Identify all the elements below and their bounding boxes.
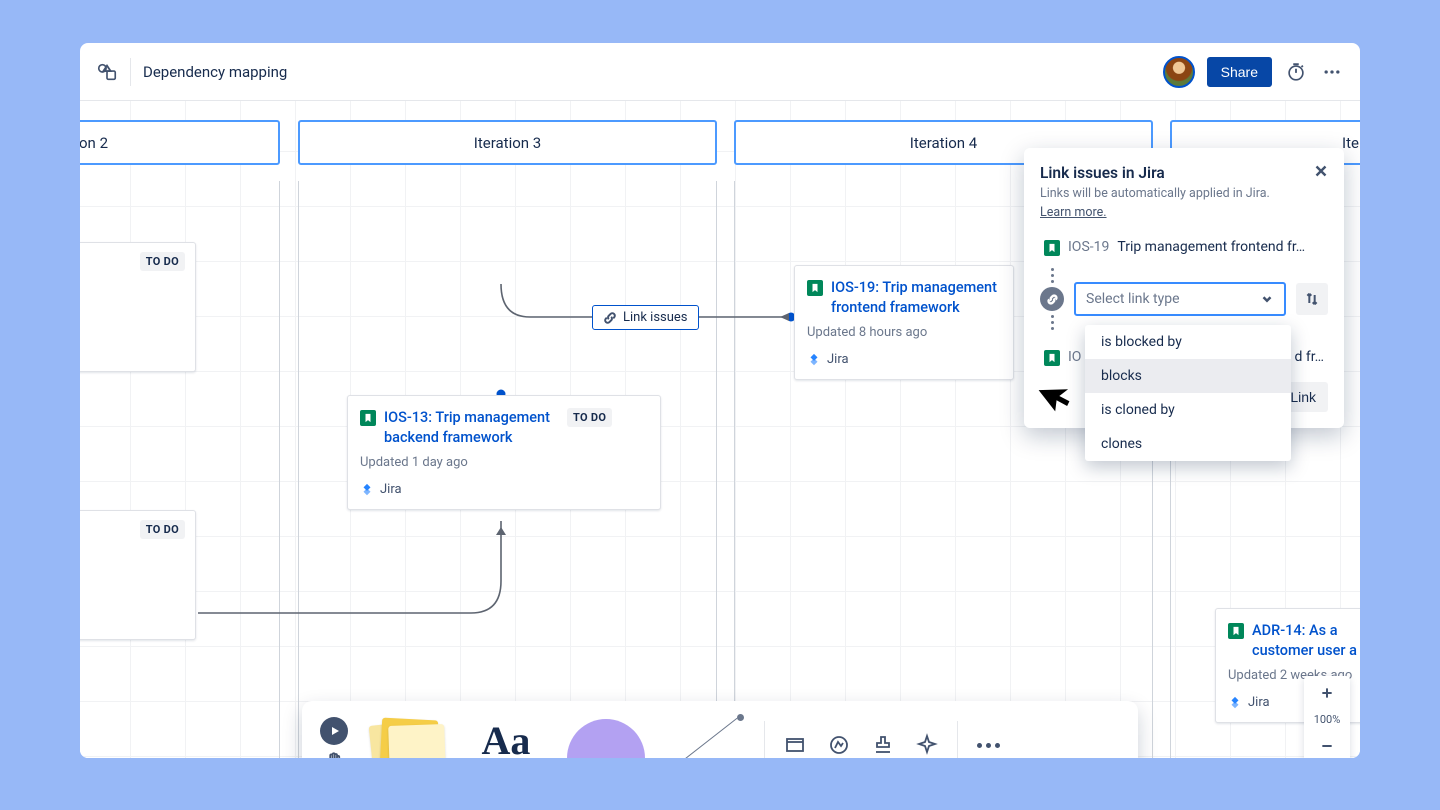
close-icon[interactable] bbox=[1312, 162, 1330, 184]
issue-summary: Trip management frontend fr… bbox=[1117, 239, 1305, 255]
chevron-down-icon bbox=[1260, 292, 1274, 306]
jira-icon bbox=[807, 353, 821, 367]
dropdown-option[interactable]: is blocked by bbox=[1085, 325, 1291, 359]
status-badge: TO DO bbox=[567, 408, 612, 427]
link-type-dropdown: is blocked by blocks is cloned by clones bbox=[1085, 325, 1291, 461]
smart-tool-icon[interactable] bbox=[819, 725, 859, 758]
card-title: ADR-14: As a customer user a bbox=[1252, 621, 1360, 660]
status-badge: TO DO bbox=[140, 252, 185, 271]
divider bbox=[764, 721, 765, 758]
issue-card-ios13[interactable]: IOS-13: Trip management backend framewor… bbox=[347, 395, 661, 510]
dropdown-option[interactable]: clones bbox=[1085, 427, 1291, 461]
dropdown-option[interactable]: blocks bbox=[1085, 359, 1291, 393]
swap-direction-button[interactable] bbox=[1296, 283, 1328, 315]
popup-subtitle: Links will be automatically applied in J… bbox=[1040, 186, 1328, 201]
timer-icon[interactable] bbox=[1284, 60, 1308, 84]
presenter-tools bbox=[314, 717, 354, 758]
ai-tool-icon[interactable] bbox=[907, 725, 947, 758]
topbar: Dependency mapping Share bbox=[80, 43, 1360, 101]
sticky-notes-tool[interactable] bbox=[358, 711, 454, 758]
zoom-level: 100% bbox=[1314, 710, 1341, 729]
more-icon[interactable] bbox=[1320, 60, 1344, 84]
link-type-row: Select link type bbox=[1040, 268, 1328, 330]
topbar-left: Dependency mapping bbox=[96, 58, 287, 86]
avatar[interactable] bbox=[1163, 56, 1195, 88]
jira-icon bbox=[1228, 696, 1242, 710]
connector-tool[interactable] bbox=[658, 711, 754, 758]
column-header-iteration-3[interactable]: Iteration 3 bbox=[298, 120, 717, 165]
divider bbox=[957, 721, 958, 758]
divider bbox=[130, 58, 131, 86]
link-issues-pill[interactable]: Link issues bbox=[592, 305, 699, 330]
play-icon[interactable] bbox=[320, 717, 348, 745]
zoom-control: 100% bbox=[1304, 676, 1350, 758]
share-button[interactable]: Share bbox=[1207, 57, 1272, 87]
story-icon bbox=[1228, 623, 1244, 639]
status-badge: TO DO bbox=[140, 520, 185, 539]
issue-key: IOS-19 bbox=[1068, 239, 1109, 255]
link-icon bbox=[1040, 287, 1064, 311]
card-updated: Updated 8 hours ago bbox=[807, 325, 1001, 340]
issue-card-ios19[interactable]: IOS-19: Trip management frontend framewo… bbox=[794, 265, 1014, 380]
jira-icon bbox=[360, 483, 374, 497]
issue-chip-1: IOS-19 Trip management frontend fr… bbox=[1040, 232, 1328, 262]
shape-tool[interactable] bbox=[558, 711, 654, 758]
zoom-in-button[interactable] bbox=[1304, 676, 1350, 710]
cursor-icon bbox=[1036, 373, 1072, 409]
column-header-iteration-2[interactable]: Iteration 2 bbox=[80, 120, 280, 165]
story-icon bbox=[360, 410, 376, 426]
more-tools-icon[interactable] bbox=[968, 725, 1008, 758]
card-source: Jira bbox=[380, 482, 402, 497]
card-source: Jira bbox=[1248, 695, 1270, 710]
stamp-tool-icon[interactable] bbox=[863, 725, 903, 758]
issue-card-partial[interactable]: er TO DO bbox=[80, 510, 196, 640]
rectangle-tool-icon[interactable] bbox=[775, 725, 815, 758]
whiteboard-toolbar: Aa bbox=[302, 701, 1138, 758]
story-icon bbox=[1044, 350, 1060, 366]
story-icon bbox=[1044, 240, 1060, 256]
card-title: IOS-19: Trip management frontend framewo… bbox=[831, 278, 1001, 317]
dropdown-option[interactable]: is cloned by bbox=[1085, 393, 1291, 427]
canvas[interactable]: Iteration 2 Iteration 3 Iteration 4 Iter… bbox=[80, 101, 1360, 758]
learn-more-link[interactable]: Learn more. bbox=[1040, 205, 1107, 220]
app-frame: Dependency mapping Share Iteration 2 Ite… bbox=[80, 43, 1360, 758]
issue-key: IO bbox=[1068, 349, 1081, 365]
shapes-icon bbox=[96, 61, 118, 83]
zoom-out-button[interactable] bbox=[1304, 729, 1350, 758]
hand-icon[interactable] bbox=[325, 751, 343, 758]
card-updated: Updated 1 day ago bbox=[360, 455, 648, 470]
popup-title: Link issues in Jira bbox=[1040, 164, 1328, 182]
issue-summary: d fr… bbox=[1294, 349, 1324, 365]
story-icon bbox=[807, 280, 823, 296]
card-source: Jira bbox=[827, 352, 849, 367]
link-type-select[interactable]: Select link type bbox=[1074, 282, 1286, 316]
issue-card-partial[interactable]: er TO DO bbox=[80, 242, 196, 372]
card-title: IOS-13: Trip management backend framewor… bbox=[384, 408, 559, 447]
page-title: Dependency mapping bbox=[143, 63, 287, 81]
topbar-right: Share bbox=[1163, 56, 1344, 88]
text-tool[interactable]: Aa bbox=[458, 711, 554, 758]
